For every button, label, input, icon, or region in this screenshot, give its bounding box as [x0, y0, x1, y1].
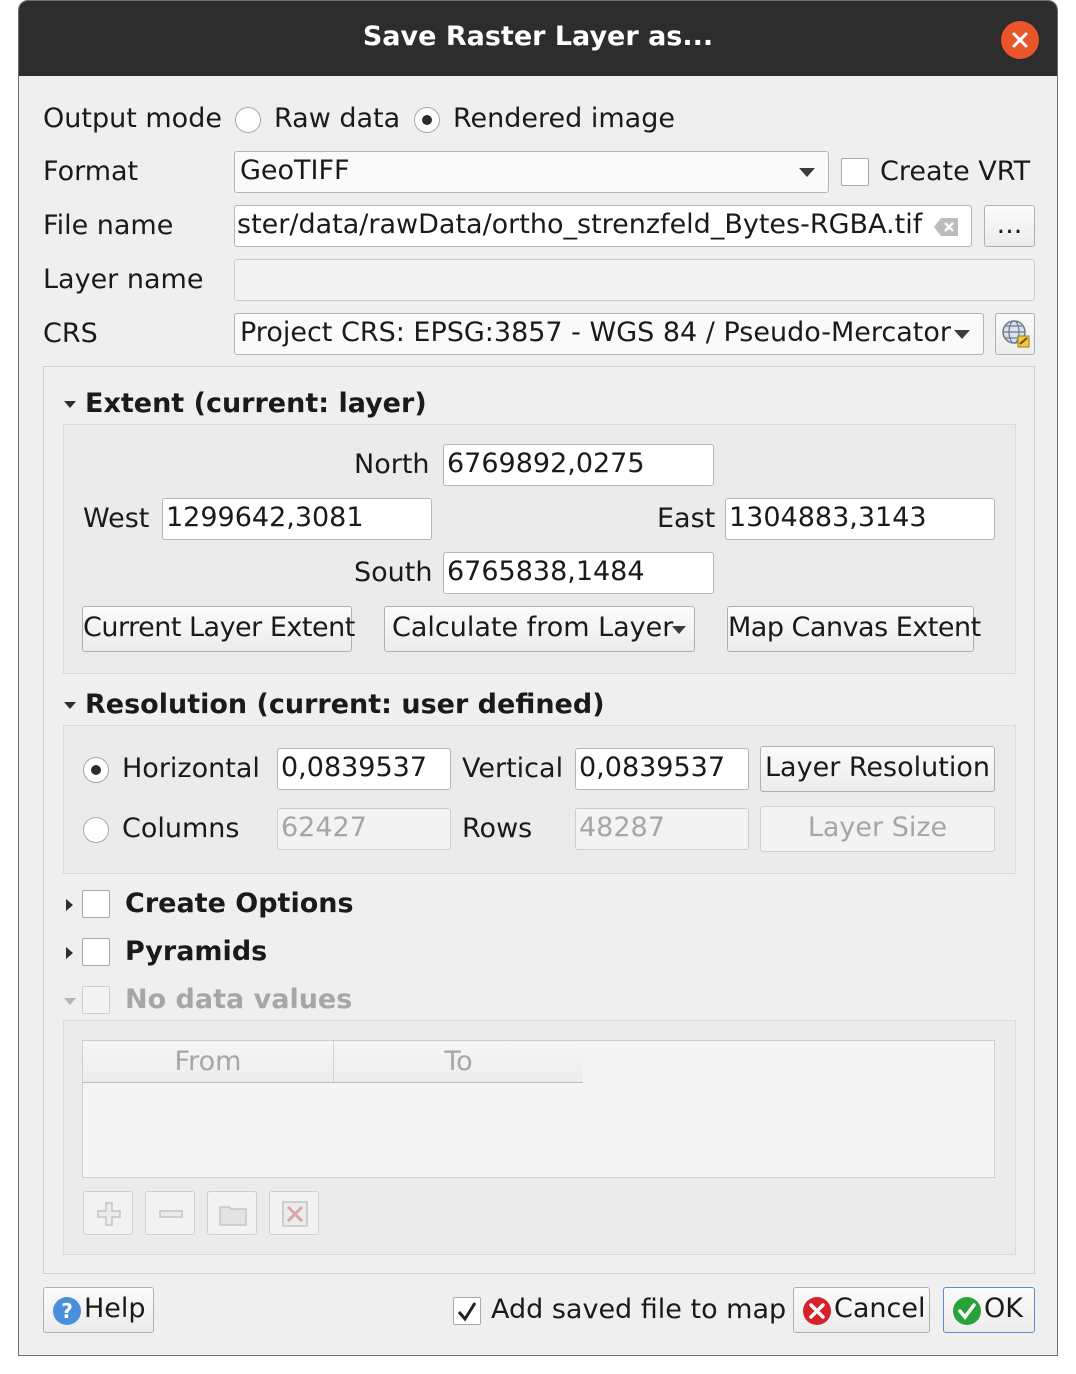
raw-data-label[interactable]: Raw data [274, 102, 400, 136]
window-title: Save Raster Layer as... [362, 21, 714, 52]
chevron-down-icon [954, 330, 970, 339]
chevron-down-icon [799, 168, 815, 177]
rows-input[interactable]: 48287 [575, 808, 749, 850]
ok-button[interactable]: OK [943, 1287, 1035, 1333]
layer-name-label: Layer name [43, 264, 204, 295]
south-value: 6765838,1484 [447, 556, 645, 587]
table-header-from: From [83, 1041, 334, 1083]
columns-value: 62427 [281, 812, 367, 843]
ok-label: OK [984, 1293, 1023, 1324]
expand-arrow-icon[interactable] [66, 899, 73, 911]
create-vrt-checkbox[interactable] [841, 158, 869, 186]
crs-value: Project CRS: EPSG:3857 - WGS 84 / Pseudo… [240, 317, 951, 348]
cancel-icon [803, 1297, 831, 1325]
create-vrt-label[interactable]: Create VRT [880, 155, 1030, 189]
south-input[interactable]: 6765838,1484 [443, 552, 714, 594]
east-value: 1304883,3143 [729, 502, 927, 533]
no-data-title: No data values [125, 984, 353, 1015]
create-options-title[interactable]: Create Options [125, 887, 354, 921]
crs-label: CRS [43, 318, 98, 349]
remove-row-button[interactable] [145, 1191, 195, 1235]
north-input[interactable]: 6769892,0275 [443, 444, 714, 486]
format-value: GeoTIFF [240, 155, 350, 186]
east-label: East [657, 503, 716, 534]
cancel-label: Cancel [834, 1293, 926, 1324]
no-data-table[interactable]: From To [82, 1040, 995, 1178]
horizontal-input[interactable]: 0,0839537 [277, 748, 451, 790]
pyramids-title[interactable]: Pyramids [125, 935, 267, 969]
title-bar: Save Raster Layer as... [19, 1, 1057, 76]
east-input[interactable]: 1304883,3143 [725, 498, 995, 540]
layer-size-button[interactable]: Layer Size [760, 806, 995, 852]
rendered-image-radio[interactable] [414, 107, 440, 133]
map-canvas-extent-button[interactable]: Map Canvas Extent [727, 606, 981, 652]
north-value: 6769892,0275 [447, 448, 645, 479]
columns-label[interactable]: Columns [122, 812, 239, 846]
chevron-down-icon [672, 626, 686, 634]
north-label: North [354, 449, 430, 480]
collapse-arrow-icon [64, 998, 76, 1005]
current-layer-extent-button[interactable]: Current Layer Extent [82, 606, 355, 652]
save-raster-dialog: Save Raster Layer as... Output mode Raw … [18, 0, 1058, 1356]
collapse-arrow-icon[interactable] [64, 702, 76, 709]
table-header-to: To [334, 1041, 583, 1083]
raw-data-radio[interactable] [235, 107, 261, 133]
pyramids-checkbox[interactable] [82, 938, 110, 966]
file-name-label: File name [43, 210, 174, 241]
west-input[interactable]: 1299642,3081 [162, 498, 432, 540]
extent-group-title[interactable]: Extent (current: layer) [85, 387, 427, 421]
globe-crs-icon [1002, 320, 1030, 348]
ok-icon [953, 1297, 981, 1325]
file-name-input[interactable]: ster/data/rawData/ortho_strenzfeld_Bytes… [234, 205, 972, 247]
help-icon: ? [53, 1297, 81, 1325]
add-row-button[interactable] [83, 1191, 133, 1235]
format-combo[interactable]: GeoTIFF [234, 151, 829, 193]
create-options-checkbox[interactable] [82, 890, 110, 918]
close-button[interactable] [1001, 21, 1039, 59]
add-to-map-label[interactable]: Add saved file to map [491, 1293, 786, 1327]
layer-resolution-button[interactable]: Layer Resolution [760, 746, 995, 792]
remove-icon [159, 1210, 183, 1218]
open-folder-icon [219, 1206, 247, 1226]
output-mode-label: Output mode [43, 103, 222, 134]
west-label: West [83, 503, 150, 534]
clear-all-button[interactable] [269, 1191, 319, 1235]
horizontal-value: 0,0839537 [281, 752, 428, 783]
clear-text-icon[interactable] [933, 217, 959, 237]
horizontal-radio[interactable] [83, 757, 109, 783]
help-button[interactable]: ? Help [43, 1287, 154, 1333]
resolution-group-title[interactable]: Resolution (current: user defined) [85, 688, 605, 722]
close-icon [1012, 32, 1028, 48]
browse-file-button[interactable]: ... [984, 205, 1035, 247]
select-crs-button[interactable] [995, 313, 1035, 355]
calculate-from-layer-label: Calculate from Layer [392, 612, 674, 643]
horizontal-label[interactable]: Horizontal [122, 752, 260, 786]
west-value: 1299642,3081 [166, 502, 364, 533]
no-data-checkbox[interactable] [82, 986, 110, 1014]
vertical-input[interactable]: 0,0839537 [575, 748, 749, 790]
columns-input[interactable]: 62427 [277, 808, 451, 850]
add-to-map-checkbox[interactable] [453, 1297, 481, 1325]
file-name-value: ster/data/rawData/ortho_strenzfeld_Bytes… [237, 209, 923, 240]
calculate-from-layer-button[interactable]: Calculate from Layer [384, 606, 695, 652]
expand-arrow-icon[interactable] [66, 947, 73, 959]
rendered-image-label[interactable]: Rendered image [453, 102, 675, 136]
cancel-button[interactable]: Cancel [793, 1287, 930, 1333]
columns-radio[interactable] [83, 817, 109, 843]
collapse-arrow-icon[interactable] [64, 401, 76, 408]
checkmark-icon [457, 1302, 477, 1322]
help-label: Help [84, 1293, 146, 1324]
rows-label: Rows [462, 813, 533, 844]
load-from-file-button[interactable] [207, 1191, 257, 1235]
svg-text:?: ? [61, 1299, 73, 1323]
format-label: Format [43, 156, 139, 187]
crs-combo[interactable]: Project CRS: EPSG:3857 - WGS 84 / Pseudo… [234, 313, 984, 355]
rows-value: 48287 [579, 812, 665, 843]
south-label: South [354, 557, 433, 588]
vertical-label: Vertical [462, 753, 564, 784]
clear-all-icon [282, 1201, 308, 1227]
add-icon [97, 1202, 121, 1226]
vertical-value: 0,0839537 [579, 752, 726, 783]
layer-name-input[interactable] [234, 259, 1035, 301]
